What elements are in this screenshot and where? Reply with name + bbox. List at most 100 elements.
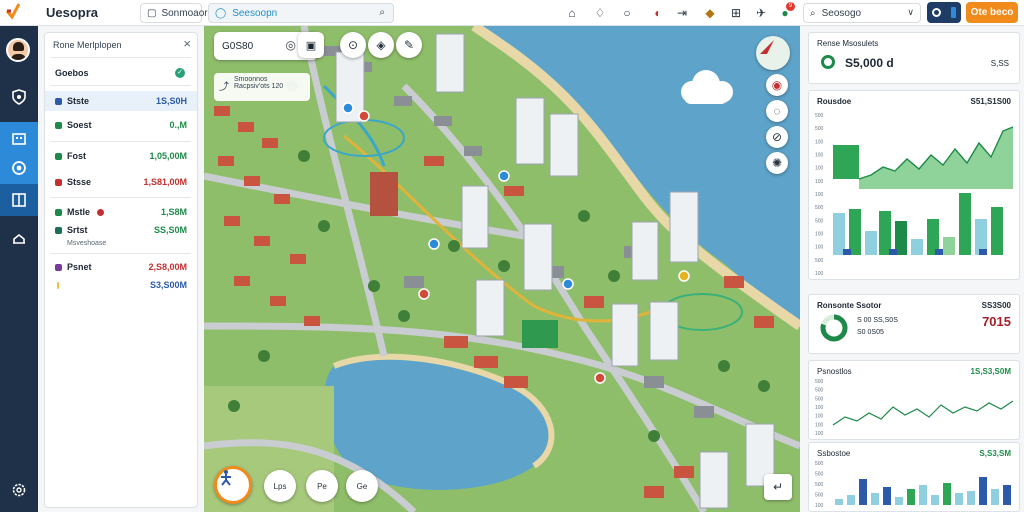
gear-icon	[12, 483, 26, 497]
map-ruler-button[interactable]: ✎	[396, 32, 422, 58]
locate-button[interactable]: ⊘	[766, 126, 788, 148]
bell-icon[interactable]: ♢	[591, 4, 609, 22]
search-icon[interactable]: ⌕	[379, 7, 385, 18]
compass-button[interactable]	[756, 36, 790, 70]
chart-bar	[883, 487, 891, 505]
chart-bar	[833, 145, 859, 179]
city-map[interactable]: G0S80 ◎ ▣ ⊙ ◈ ✎ ⤴ Smoonnos Racpsiv'ots 1…	[204, 26, 800, 512]
tick-label: 500	[815, 379, 824, 385]
tick-label: 100	[815, 271, 824, 277]
map-bottom-control-3[interactable]: Ge	[346, 470, 378, 502]
list-item[interactable]: Mstle 1,S8M	[45, 202, 197, 222]
rail-buildings[interactable]	[0, 122, 38, 154]
rail-settings[interactable]	[0, 474, 38, 506]
tick-label: 100	[815, 245, 824, 251]
export-icon[interactable]: ⇥	[673, 4, 691, 22]
left-rail	[0, 26, 38, 512]
rail-transport[interactable]	[0, 223, 38, 255]
chart-bar	[935, 249, 943, 255]
map-layers-button[interactable]: ▣	[298, 32, 324, 58]
chart-bar	[849, 209, 861, 255]
chart-bar	[919, 485, 927, 505]
person-walk-icon	[221, 470, 231, 486]
list-item[interactable]: S3,S00M	[45, 275, 197, 295]
building-icon	[12, 133, 26, 145]
location-icon[interactable]: ◎	[286, 38, 296, 52]
map-bottom-control-2[interactable]: Pe	[306, 470, 338, 502]
cube-icon[interactable]: ◆	[701, 4, 719, 22]
chart-bar	[907, 489, 915, 505]
compass-icon	[760, 40, 774, 54]
rail-target[interactable]	[0, 152, 38, 184]
list-item[interactable]: Goebos ✓	[45, 63, 197, 83]
vehicle-icon	[13, 233, 25, 244]
tick-label: 500	[815, 482, 824, 488]
search-icon: ⌕	[810, 7, 816, 19]
chart-bar	[879, 211, 891, 255]
status-dot	[55, 263, 62, 271]
zoom-in-button[interactable]: ◉	[766, 74, 788, 96]
chart-bar	[911, 239, 923, 255]
tick-label: 100	[815, 232, 824, 238]
chart-bar	[979, 477, 987, 505]
circle-icon[interactable]: ○	[618, 4, 636, 22]
gift-icon[interactable]: ⊞	[727, 4, 745, 22]
logo-icon	[6, 3, 20, 19]
ring-icon	[821, 55, 835, 69]
tick-label: 500	[815, 218, 824, 224]
tick-label: 100	[815, 139, 824, 145]
tick-label: 500	[815, 205, 824, 211]
target-icon	[12, 161, 26, 175]
list-item[interactable]: Stste 1S,S0H	[45, 91, 197, 111]
tick-label: 100	[815, 405, 824, 411]
circle-icon	[932, 8, 941, 17]
map-compass-button[interactable]: ◈	[368, 32, 394, 58]
back-button[interactable]: ↵	[764, 474, 792, 500]
walk-mode-button[interactable]	[214, 466, 252, 504]
tick-label: 500	[815, 472, 824, 478]
chart-bar	[991, 489, 999, 505]
list-item[interactable]: Srtst SS,S0M	[45, 220, 197, 240]
chart-bar	[955, 493, 963, 505]
chart-bar	[847, 495, 855, 505]
list-item[interactable]: Fost 1,05,00M	[45, 146, 197, 166]
zoom-out-button[interactable]: ◌	[766, 100, 788, 122]
divider	[51, 197, 191, 198]
check-icon: ✓	[175, 68, 185, 78]
list-item[interactable]: Psnet 2,S8,00M	[45, 257, 197, 277]
region-select[interactable]: ⌕ Seosogo ∨	[803, 3, 921, 23]
tick-label: 100	[815, 503, 824, 509]
route-icon: ⤴	[219, 82, 229, 93]
primary-action-button[interactable]: Ote beco	[966, 2, 1018, 23]
chart-bar	[959, 193, 971, 255]
view-toggle[interactable]	[927, 2, 961, 23]
close-icon[interactable]: ×	[183, 36, 191, 51]
row-subtitle: Msveshoase	[67, 240, 107, 247]
app-title: Uesopra	[46, 5, 99, 20]
satellite-icon: ✺	[771, 156, 783, 170]
donut-chart	[820, 314, 848, 342]
revenue-chart: 500 500 100 100 100 100 100 500 500 100 100 500 100	[815, 113, 1014, 277]
status-dot	[55, 152, 62, 160]
avatar[interactable]	[6, 38, 30, 62]
tick-label: 500	[815, 493, 824, 499]
rail-book[interactable]	[0, 184, 38, 216]
map-pin-button[interactable]: ⊙	[340, 32, 366, 58]
rail-dashboard[interactable]	[0, 81, 38, 113]
pin-icon[interactable]: ✈	[752, 4, 770, 22]
satellite-button[interactable]: ✺	[766, 152, 788, 174]
tick-label: 100	[815, 431, 824, 437]
list-item[interactable]: Stsse 1,S81,00M	[45, 172, 197, 192]
chart-bar	[859, 479, 867, 505]
search-button[interactable]: ▢ Sonmoaore	[140, 3, 213, 23]
divider	[51, 85, 191, 86]
list-item[interactable]: Soest 0.,M	[45, 115, 197, 135]
map-info-card: ⤴ Smoonnos Racpsiv'ots 120	[214, 73, 310, 101]
layers-icon[interactable]: ◐	[649, 4, 667, 22]
address-field[interactable]: ◯ Seesoopn ⌕	[208, 3, 394, 23]
home-icon[interactable]: ⌂	[563, 4, 581, 22]
map-bottom-control-1[interactable]: Lps	[264, 470, 296, 502]
chart-bar	[895, 497, 903, 505]
tick-label: 500	[815, 388, 824, 394]
chart-line	[832, 400, 1014, 426]
